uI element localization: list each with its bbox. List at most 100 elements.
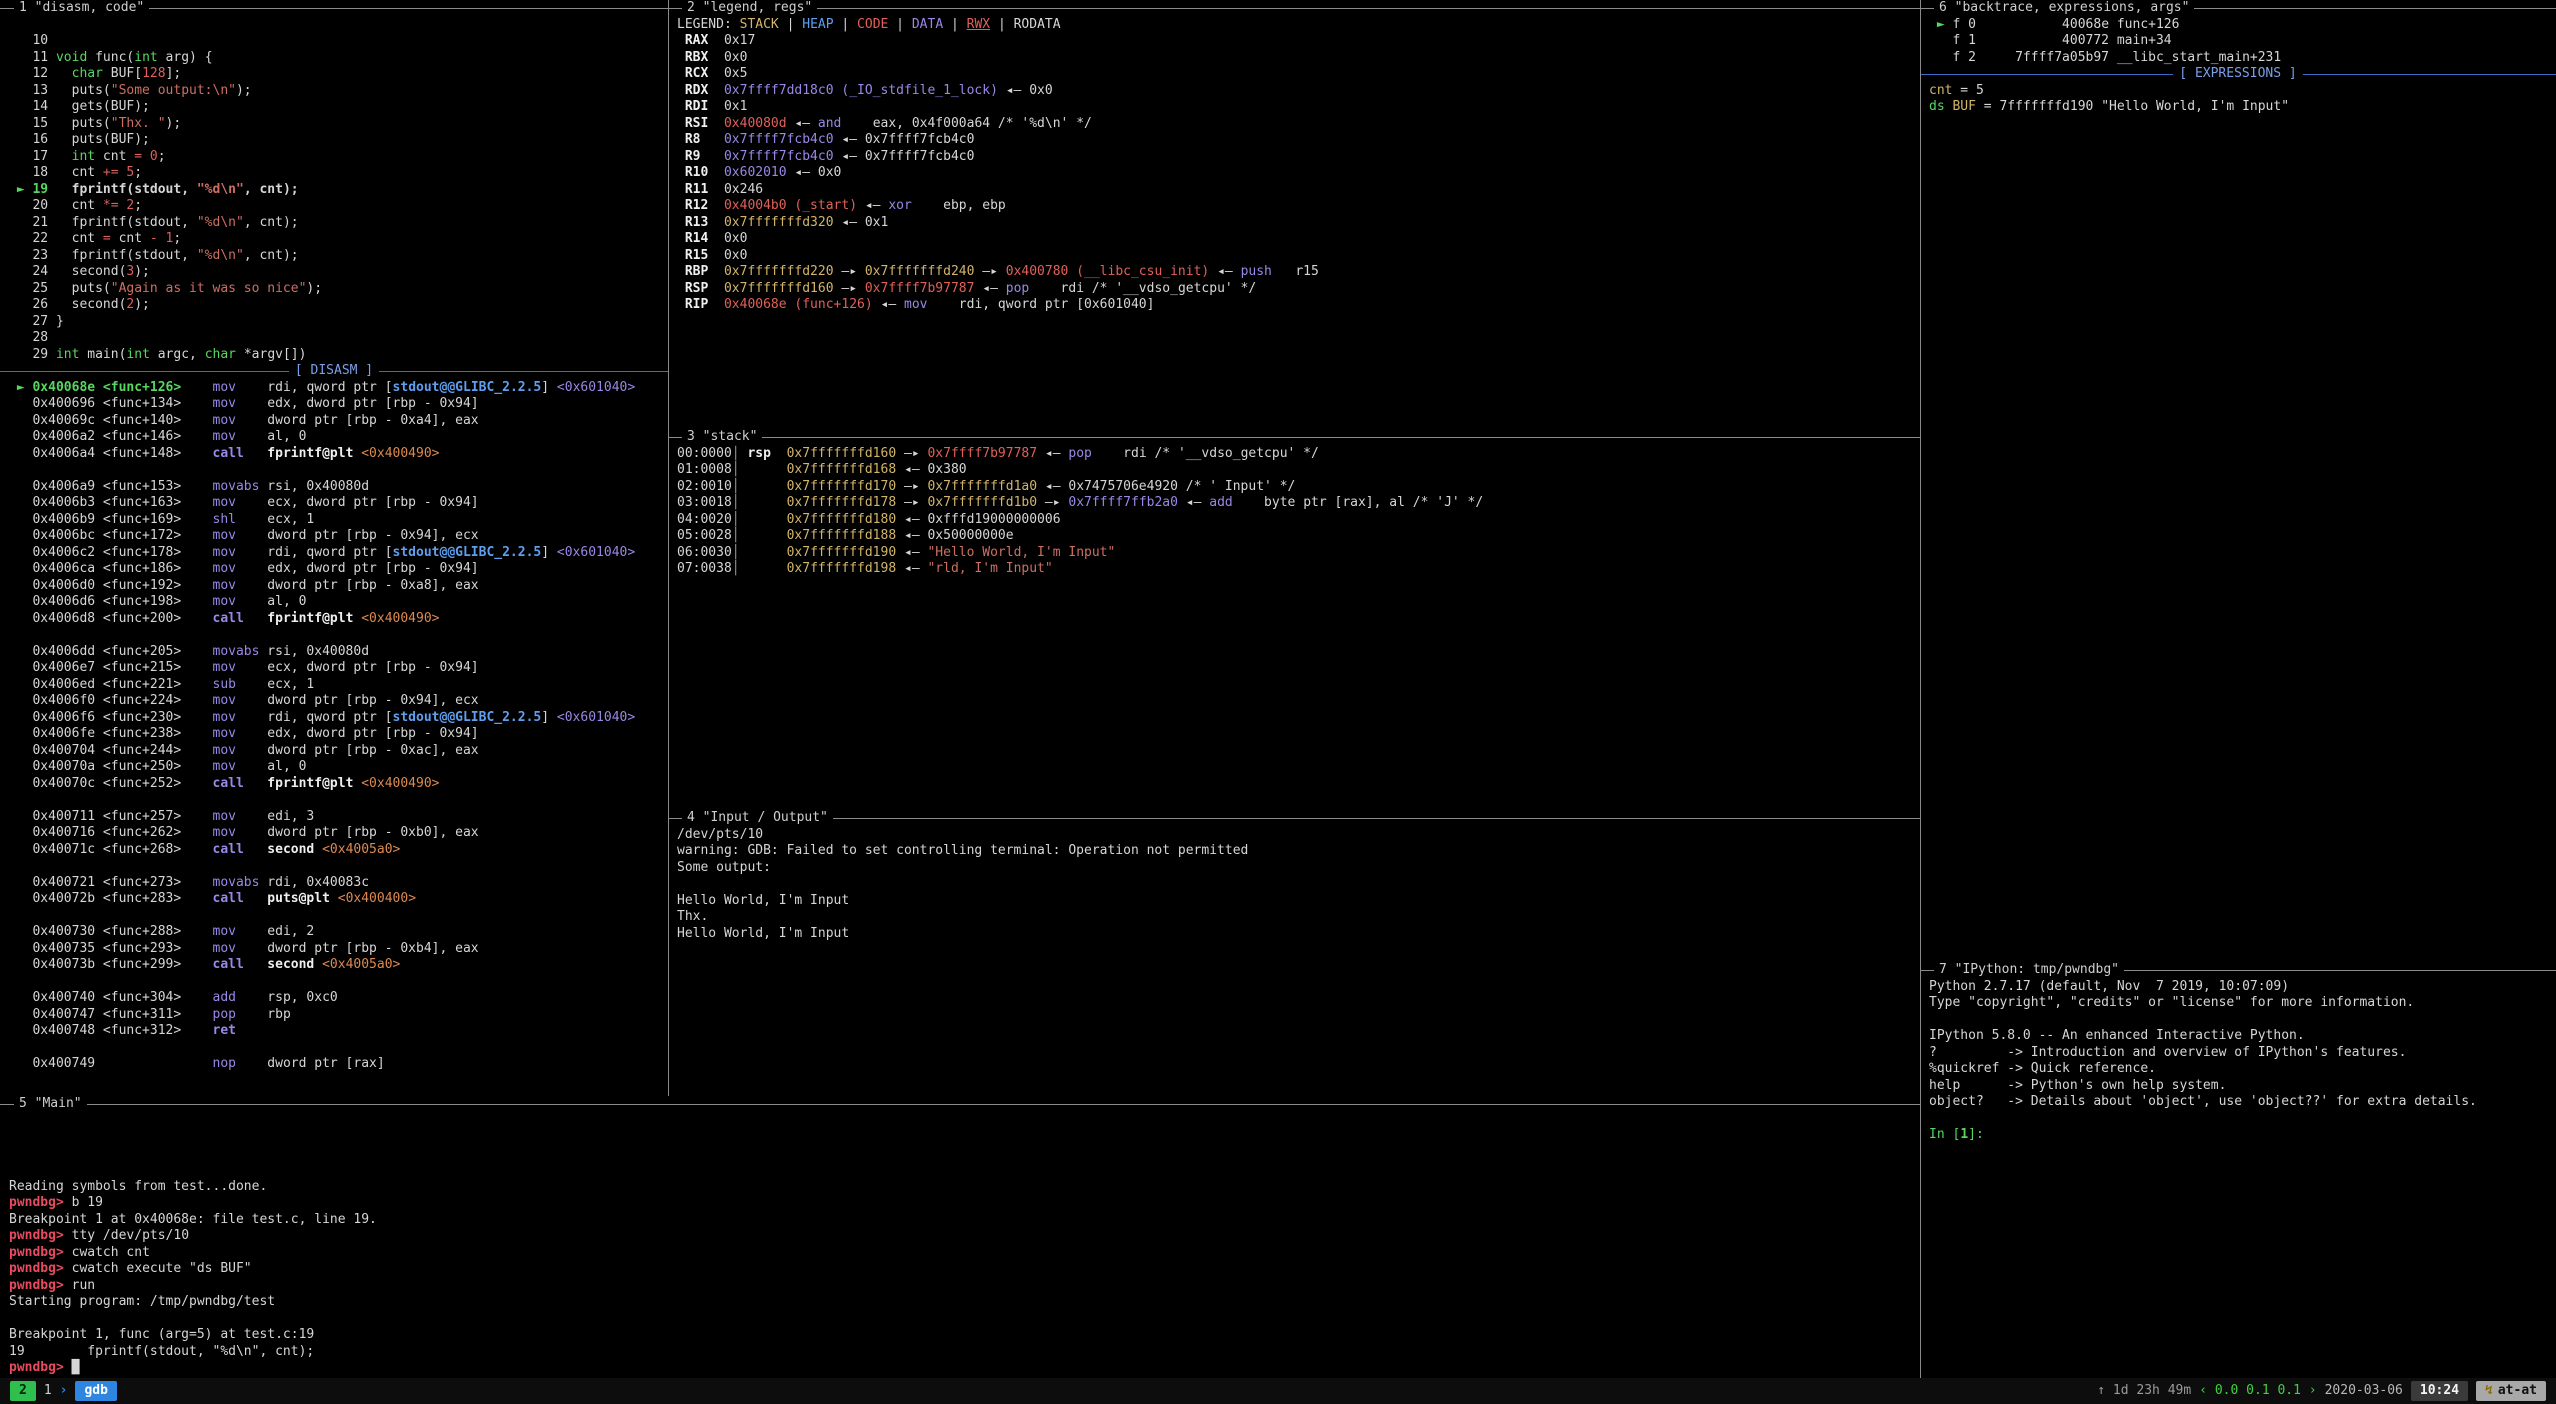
text-segment: ► — [1929, 17, 1952, 32]
text-segment: pop — [1068, 446, 1091, 461]
text-segment: cwatch execute "ds BUF" — [72, 1261, 252, 1276]
text-segment: 05:0028 — [677, 528, 732, 543]
text-segment: R14 — [677, 231, 724, 246]
pane-backtrace-expressions[interactable]: 6 "backtrace, expressions, args" ► f 0 4… — [1920, 0, 2556, 962]
pane-input-output[interactable]: 4 "Input / Output" /dev/pts/10warning: G… — [668, 810, 1920, 1096]
chevron-right-icon: › — [60, 1383, 68, 1400]
text-segment: 24 second( — [9, 264, 126, 279]
text-segment: = 7fffffffd190 "Hello World, I'm Input" — [1976, 99, 2289, 114]
terminal-line: 00:0000│ rsp 0x7fffffffd160 —▸ 0x7ffff7b… — [677, 446, 1911, 463]
divider-line — [1920, 74, 2173, 75]
text-segment: 0x40068e <func+126> — [32, 380, 181, 395]
text-segment: call — [213, 842, 244, 857]
uptime-arrow-icon: ↑ — [2097, 1383, 2105, 1398]
pane-legend-regs[interactable]: 2 "legend, regs" LEGEND: STACK | HEAP | … — [668, 0, 1920, 429]
text-segment: pop — [1006, 281, 1029, 296]
text-segment: 128 — [142, 66, 165, 81]
text-segment: fprintf@plt — [267, 776, 353, 791]
text-segment: dword ptr [rbp - 0xa4], eax — [236, 413, 479, 428]
text-segment: <0x400400> — [338, 891, 416, 906]
terminal-line: 0x4006f6 <func+230> mov rdi, qword ptr [… — [9, 710, 659, 727]
terminal-line: 0x4006b9 <func+169> shl ecx, 1 — [9, 512, 659, 529]
text-segment: 07:0038 — [677, 561, 732, 576]
text-segment: mov — [213, 710, 236, 725]
terminal-line: 0x4006fe <func+238> mov edx, dword ptr [… — [9, 726, 659, 743]
ipython-console[interactable]: Python 2.7.17 (default, Nov 7 2019, 10:0… — [1920, 979, 2556, 1144]
text-segment: mov — [213, 545, 236, 560]
text-segment: call — [213, 957, 244, 972]
text-segment: mov — [213, 809, 236, 824]
text-segment: 0x4006f0 <func+224> — [9, 693, 213, 708]
pane-ipython[interactable]: 7 "IPython: tmp/pwndbg" Python 2.7.17 (d… — [1920, 962, 2556, 1378]
terminal-line: 0x4006a4 <func+148> call fprintf@plt <0x… — [9, 446, 659, 463]
text-segment: ◂— 0x1 — [834, 215, 889, 230]
text-segment: <0x601040> — [557, 545, 635, 560]
text-segment: RDI — [677, 99, 724, 114]
text-segment — [1984, 1127, 1992, 1142]
terminal-line: 20 cnt *= 2; — [9, 198, 659, 215]
terminal-line: 0x400749 nop dword ptr [rax] — [9, 1056, 659, 1073]
terminal-line: RBX 0x0 — [677, 50, 1911, 67]
gdb-console[interactable]: Reading symbols from test...done.pwndbg>… — [0, 1113, 1920, 1377]
text-segment: 23 fprintf(stdout, — [9, 248, 197, 263]
text-segment: 0x7fffffffd220 — [724, 264, 834, 279]
hostname-badge: ↯at-at — [2476, 1381, 2546, 1401]
text-segment: edx, dword ptr [rbp - 0x94] — [236, 396, 479, 411]
text-segment: BUF[ — [103, 66, 142, 81]
terminal-line: 0x400721 <func+273> movabs rdi, 0x40083c — [9, 875, 659, 892]
text-segment: ◂— 0x7ffff7fcb4c0 — [834, 132, 975, 147]
text-segment: █ — [72, 1360, 80, 1375]
terminal-line: 0x400747 <func+311> pop rbp — [9, 1007, 659, 1024]
text-segment: edx, dword ptr [rbp - 0x94] — [236, 561, 479, 576]
text-segment: and — [818, 116, 841, 131]
text-segment: dword ptr [rbp - 0xac], eax — [236, 743, 479, 758]
pane-disasm-code[interactable]: 1 "disasm, code" 10 11 void func(int arg… — [0, 0, 668, 1096]
text-segment: r15 — [1272, 264, 1319, 279]
text-segment: 0x40070c <func+252> — [9, 776, 213, 791]
terminal-line: Python 2.7.17 (default, Nov 7 2019, 10:0… — [1929, 979, 2547, 996]
text-segment: rdi, qword ptr [ — [236, 380, 393, 395]
text-segment: ; — [134, 165, 142, 180]
pane-main-gdb-console[interactable]: 5 "Main" Reading symbols from test...don… — [0, 1096, 1920, 1378]
terminal-line: 19 fprintf(stdout, "%d\n", cnt); — [9, 1344, 1911, 1361]
text-segment: rdi, qword ptr [0x601040] — [927, 297, 1154, 312]
text-segment: cwatch cnt — [72, 1245, 150, 1260]
text-segment: movabs — [213, 644, 260, 659]
text-segment: ◂— — [1037, 446, 1068, 461]
tmux-window-name[interactable]: gdb — [75, 1381, 116, 1401]
text-segment: call — [213, 891, 244, 906]
tmux-session-badge[interactable]: 2 — [10, 1381, 36, 1401]
text-segment: mov — [213, 693, 236, 708]
text-segment: dword ptr [rbp - 0x94], ecx — [236, 693, 479, 708]
text-segment: 0x4006e7 <func+215> — [9, 660, 213, 675]
text-segment: 0x40073b <func+299> — [9, 957, 213, 972]
text-segment: = — [134, 149, 142, 164]
text-segment: ebp, ebp — [912, 198, 1006, 213]
tmux-status-bar: 2 1 › gdb ↑ 1d 23h 49m ‹ 0.0 0.1 0.1 › 2… — [0, 1378, 2556, 1404]
text-segment: mov — [213, 380, 236, 395]
text-segment: pwndbg> — [9, 1228, 72, 1243]
terminal-line: 0x4006b3 <func+163> mov ecx, dword ptr [… — [9, 495, 659, 512]
text-segment: R10 — [677, 165, 724, 180]
text-segment: f 1 400772 main+34 — [1929, 33, 2172, 48]
backtrace-frames: ► f 0 40068e func+126 f 1 400772 main+34… — [1920, 17, 2556, 67]
text-segment: 0x4006d6 <func+198> — [9, 594, 213, 609]
text-segment: ◂— — [896, 561, 927, 576]
load-average-value: 0.0 0.1 0.1 — [2215, 1383, 2301, 1398]
text-segment: 0x7fffffffd188 — [787, 528, 897, 543]
text-segment: ; — [173, 231, 181, 246]
text-segment: ]; — [166, 66, 182, 81]
terminal-line: Thx. — [677, 909, 1911, 926]
pane-stack[interactable]: 3 "stack" 00:0000│ rsp 0x7fffffffd160 —▸… — [668, 429, 1920, 810]
divider-line — [0, 371, 289, 372]
terminal-line: 0x40070a <func+250> mov al, 0 — [9, 759, 659, 776]
stack-listing: 00:0000│ rsp 0x7fffffffd160 —▸ 0x7ffff7b… — [668, 446, 1920, 578]
text-segment: IPython 5.8.0 -- An enhanced Interactive… — [1929, 1028, 2305, 1043]
terminal-line: pwndbg> b 19 — [9, 1195, 1911, 1212]
text-segment: 0x400716 <func+262> — [9, 825, 213, 840]
text-segment: "Again as it was so nice" — [111, 281, 307, 296]
terminal-line: 29 int main(int argc, char *argv[]) — [9, 347, 659, 364]
text-segment: *argv[]) — [236, 347, 306, 362]
text-segment: ◂— — [1209, 264, 1240, 279]
text-segment: "%d\n" — [197, 215, 244, 230]
